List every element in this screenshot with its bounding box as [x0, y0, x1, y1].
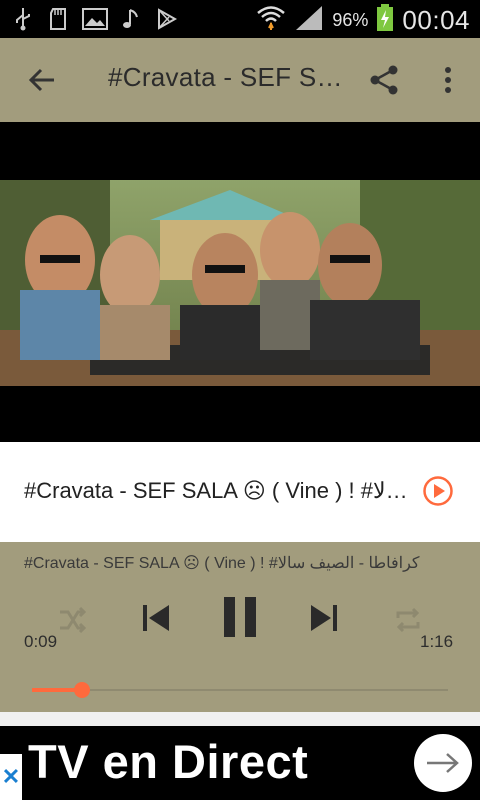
battery-icon — [376, 4, 394, 37]
wifi-icon — [256, 4, 286, 37]
arrow-back-icon[interactable] — [24, 62, 60, 98]
pause-icon[interactable] — [216, 592, 264, 642]
skip-previous-icon[interactable] — [134, 596, 178, 640]
status-bar: 96% 00:04 — [0, 0, 480, 38]
status-icons-right: 96% 00:04 — [256, 4, 470, 37]
divider — [0, 712, 480, 726]
total-duration: 1:16 — [420, 632, 454, 651]
close-icon[interactable]: ✕ — [0, 754, 22, 800]
ad-banner[interactable]: ✕ TV en Direct — [0, 726, 480, 800]
player-track-title: #Cravata - SEF SALA ☹ ( Vine ) ! #كرافاط… — [24, 555, 420, 572]
video-player[interactable] — [0, 122, 480, 442]
skip-next-icon[interactable] — [302, 596, 346, 640]
image-icon — [82, 6, 108, 32]
seek-thumb[interactable] — [73, 682, 90, 698]
play-store-icon — [154, 6, 180, 32]
video-frame — [0, 180, 480, 386]
arrow-right-icon[interactable] — [414, 734, 472, 792]
seek-bar[interactable] — [32, 680, 448, 700]
toolbar-title: #Cravata - SEF SALA ☹ ( Vine ) ! #كرافاط… — [108, 62, 348, 92]
shuffle-icon[interactable] — [52, 600, 92, 640]
app-toolbar: #Cravata - SEF SALA ☹ ( Vine ) ! #كرافاط… — [0, 38, 480, 122]
seek-track — [32, 689, 448, 691]
usb-icon — [10, 6, 36, 32]
clock: 00:04 — [402, 5, 470, 35]
battery-percent: 96% — [332, 10, 369, 30]
share-icon[interactable] — [366, 62, 402, 98]
play-circle-icon[interactable] — [422, 475, 454, 507]
now-playing-row[interactable]: #Cravata - SEF SALA ☹ ( Vine ) ! #كرافاط… — [0, 442, 480, 542]
more-vert-icon[interactable] — [430, 62, 466, 98]
signal-icon — [294, 4, 324, 37]
ad-text: TV en Direct — [28, 735, 309, 788]
elapsed-time: 0:09 — [24, 632, 58, 651]
audio-player-panel: #Cravata - SEF SALA ☹ ( Vine ) ! #كرافاط… — [0, 542, 480, 712]
status-icons-left — [10, 6, 180, 32]
now-playing-title: #Cravata - SEF SALA ☹ ( Vine ) ! #كرافاط… — [24, 478, 414, 503]
music-icon — [118, 6, 144, 32]
sd-card-icon — [46, 6, 72, 32]
